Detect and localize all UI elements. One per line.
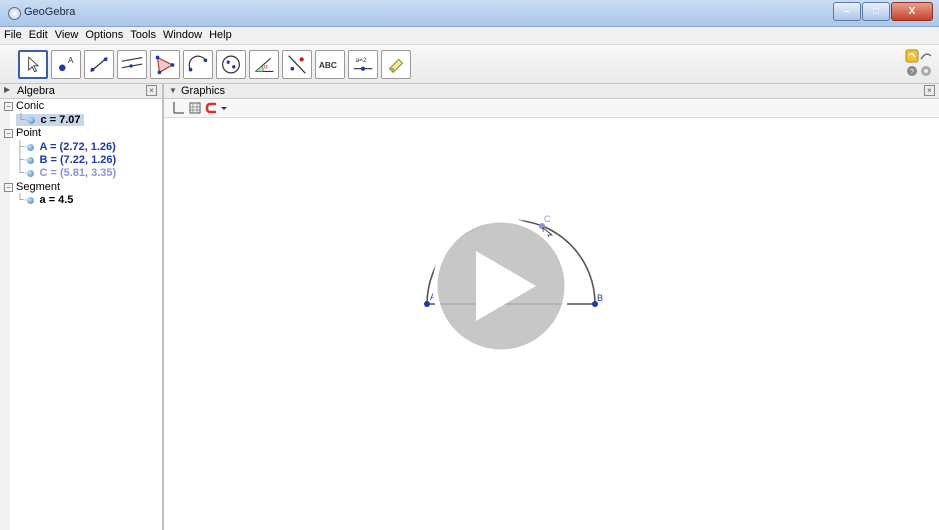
window-titlebar: GeoGebra – □ X: [0, 0, 939, 27]
close-button[interactable]: X: [891, 2, 933, 21]
text-icon: ABC: [319, 60, 337, 70]
tree-group-conic[interactable]: − Conic: [4, 100, 44, 112]
graphics-style-bar: [164, 99, 939, 118]
algebra-title: Algebra: [17, 85, 55, 97]
tree-group-point[interactable]: − Point: [4, 127, 41, 139]
tool-line[interactable]: [84, 50, 114, 79]
tool-circle[interactable]: [216, 50, 246, 79]
perpendicular-line-icon: [121, 56, 143, 69]
tool-point[interactable]: A: [51, 50, 81, 79]
tree-item-c[interactable]: └· c = 7.07: [16, 114, 84, 126]
slider-icon: a=2: [353, 57, 373, 71]
help-icon[interactable]: ?: [907, 66, 917, 76]
point-icon-label: A: [68, 55, 74, 65]
visibility-toggle-icon[interactable]: [28, 116, 36, 124]
menu-file[interactable]: File: [0, 27, 25, 41]
move-graphics-view-icon: [388, 58, 404, 74]
tool-reflect[interactable]: [282, 50, 312, 79]
group-label: Conic: [16, 100, 45, 112]
magnet-snap-icon[interactable]: [205, 102, 227, 114]
tree-item-c-point[interactable]: └· C = (5.81, 3.35): [16, 167, 116, 179]
tool-bar: A α ABC a=2 ?: [0, 45, 939, 84]
collapse-icon[interactable]: −: [4, 128, 13, 138]
tool-perpendicular[interactable]: [117, 50, 147, 79]
visibility-toggle-icon[interactable]: [27, 169, 35, 177]
tool-arc[interactable]: [183, 50, 213, 79]
algebra-view: ▶ Algebra × − Conic └· c = 7.07 − Point ├· A…: [0, 84, 164, 530]
toolbar-right-icons: ?: [905, 49, 933, 79]
tree-item-a[interactable]: ├· A = (2.72, 1.26): [16, 141, 116, 153]
text-icon-label: ABC: [319, 60, 337, 70]
video-play-button[interactable]: [432, 217, 570, 355]
close-panel-icon[interactable]: ×: [146, 85, 157, 96]
group-label: Point: [16, 127, 42, 139]
svg-text:?: ?: [910, 69, 914, 76]
object-label: c = 7.07: [40, 114, 81, 126]
angle-icon: α: [254, 58, 274, 73]
tree-group-segment[interactable]: − Segment: [4, 181, 60, 193]
object-label: B = (7.22, 1.26): [39, 154, 117, 166]
menu-window[interactable]: Window: [159, 27, 205, 41]
undo-icon[interactable]: [905, 49, 919, 63]
object-label: a = 4.5: [39, 194, 74, 206]
group-label: Segment: [16, 181, 61, 193]
tool-move-graphics[interactable]: [381, 50, 411, 79]
tool-angle[interactable]: α: [249, 50, 279, 79]
collapse-icon[interactable]: −: [4, 182, 13, 192]
polygon-icon: [155, 55, 175, 75]
point-icon: A: [59, 55, 74, 72]
tool-text[interactable]: ABC: [315, 50, 345, 79]
menu-tools[interactable]: Tools: [126, 27, 159, 41]
tool-move[interactable]: [18, 50, 48, 79]
reflect-icon: [288, 55, 306, 74]
collapse-icon[interactable]: −: [4, 101, 13, 111]
graphics-header: ▼ Graphics ×: [164, 84, 939, 99]
visibility-toggle-icon[interactable]: [27, 156, 35, 164]
window-title: GeoGebra: [24, 6, 76, 18]
triangle-right-icon[interactable]: ▶: [4, 85, 10, 94]
object-label: C = (5.81, 3.35): [39, 167, 117, 179]
arc-icon: [188, 55, 208, 72]
geogebra-app-icon: [8, 7, 21, 20]
menu-edit[interactable]: Edit: [25, 27, 51, 41]
menu-help[interactable]: Help: [205, 27, 235, 41]
grid-toggle-icon[interactable]: [189, 102, 201, 114]
algebra-header: ▶ Algebra ×: [0, 84, 162, 99]
object-label: A = (2.72, 1.26): [39, 141, 116, 153]
move-arrow-icon: [28, 56, 40, 73]
visibility-toggle-icon[interactable]: [27, 143, 35, 151]
minimize-button[interactable]: –: [833, 2, 861, 21]
tree-item-a-segment[interactable]: └· a = 4.5: [16, 194, 73, 206]
label-c: C: [544, 214, 551, 224]
axes-toggle-icon[interactable]: [173, 102, 184, 114]
tool-slider[interactable]: a=2: [348, 50, 378, 79]
slider-icon-label: a=2: [356, 57, 367, 64]
triangle-down-icon[interactable]: ▼: [169, 86, 177, 95]
graphics-view[interactable]: A B C: [164, 118, 939, 530]
menu-bar: File Edit View Options Tools Window Help: [0, 27, 939, 45]
circle-icon: [222, 55, 240, 74]
visibility-toggle-icon[interactable]: [27, 196, 35, 204]
tool-polygon[interactable]: [150, 50, 180, 79]
close-panel-icon[interactable]: ×: [924, 85, 935, 96]
window-controls: – □ X: [832, 2, 933, 21]
angle-icon-label: α: [264, 64, 268, 71]
redo-icon[interactable]: [920, 53, 932, 60]
label-b: B: [597, 293, 603, 303]
tree-item-b[interactable]: ├· B = (7.22, 1.26): [16, 154, 116, 166]
menu-view[interactable]: View: [51, 27, 82, 41]
graphics-title: Graphics: [181, 85, 226, 97]
maximize-button[interactable]: □: [862, 2, 890, 21]
line-icon: [90, 57, 108, 72]
settings-gear-icon[interactable]: [921, 66, 931, 76]
menu-options[interactable]: Options: [81, 27, 126, 41]
